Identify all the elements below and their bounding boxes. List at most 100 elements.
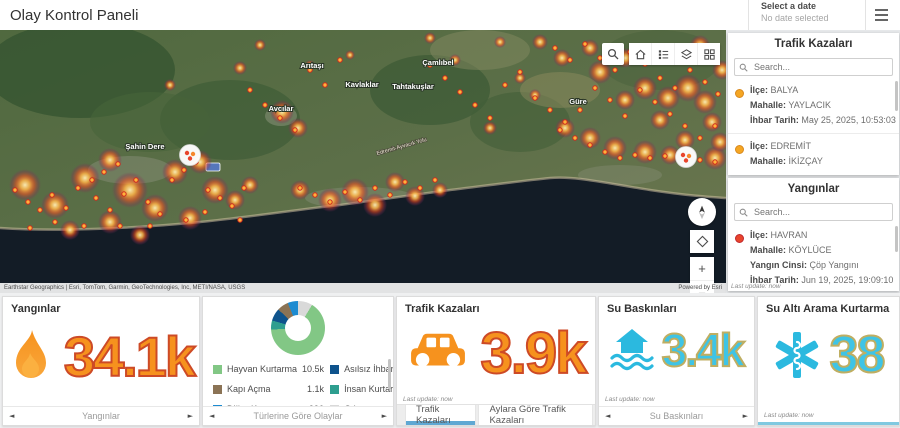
map-basemap-button[interactable]	[698, 43, 720, 65]
heat-spot	[693, 90, 717, 114]
compass-needle-icon	[693, 203, 711, 221]
field-value: Çöp Yangını	[810, 260, 859, 270]
tab-traffic-by-month[interactable]: Aylara Göre Trafik Kazaları	[478, 405, 593, 425]
incident-marker	[418, 186, 422, 190]
incident-marker	[313, 193, 317, 197]
heat-spot	[9, 169, 41, 201]
scrollbar[interactable]	[388, 359, 391, 389]
legend-label: Hayvan Kurtarma	[227, 364, 297, 374]
fires-search[interactable]	[734, 203, 893, 221]
date-picker[interactable]: Select a date No date selected	[748, 0, 866, 31]
incident-marker	[443, 76, 447, 80]
map-layers-button[interactable]	[675, 43, 698, 65]
field-label: İlçe:	[750, 85, 768, 95]
map-place-label: Arıtaşı	[300, 61, 323, 70]
star-of-life-icon	[774, 330, 820, 380]
heat-spot	[702, 112, 722, 132]
heat-spot	[424, 32, 436, 44]
heat-spot	[363, 193, 387, 217]
heat-spot	[432, 182, 448, 198]
list-item[interactable]: İlçe: EDREMİT Mahalle: İKİZÇAY	[728, 133, 899, 174]
field-label: İlçe:	[750, 141, 768, 151]
legend-label: İnsan Kurtarma	[344, 384, 394, 394]
cluster-marker[interactable]	[676, 147, 697, 168]
next-arrow-icon[interactable]: ►	[743, 412, 748, 420]
incident-marker	[713, 160, 717, 164]
traffic-accidents-panel: Trafik Kazaları İlçe: BALYA Mahalle: YAY…	[728, 33, 899, 175]
list-item[interactable]: İlçe: BALYA Mahalle: YAYLACIK İhbar Tari…	[728, 78, 899, 133]
traffic-kpi-card: Trafik Kazaları 3.9k Last update: now Tr…	[396, 296, 596, 426]
incident-marker	[583, 42, 587, 46]
map-search-button[interactable]	[602, 43, 624, 65]
car-icon	[407, 329, 469, 379]
heat-spot	[70, 163, 100, 193]
donut-chart[interactable]	[271, 301, 325, 355]
locate-button[interactable]	[690, 230, 714, 253]
traffic-search-input[interactable]	[752, 61, 888, 73]
flame-icon	[8, 329, 52, 385]
traffic-list: İlçe: BALYA Mahalle: YAYLACIK İhbar Tari…	[728, 78, 899, 174]
kpi-value: 3.4k	[662, 327, 744, 373]
attribution-text: Earthstar Geographics | Esri, TomTom, Ga…	[4, 285, 245, 291]
field-label: Mahalle:	[750, 100, 786, 110]
heat-spot	[615, 90, 635, 110]
fires-card-tab-bar: ◄ Yangınlar ►	[3, 406, 199, 425]
tab-incident-types[interactable]: Türlerine Göre Olaylar	[214, 411, 381, 421]
scrollbar[interactable]	[895, 81, 898, 111]
map-controls: + −	[688, 198, 716, 293]
field-label: İlçe:	[750, 230, 768, 240]
field-label: Mahalle:	[750, 156, 786, 166]
satellite-basemap: ÇamlıbelArıtaşıKavlaklarTahtakuşlarAvcıl…	[0, 30, 726, 293]
map-home-button[interactable]	[629, 43, 652, 65]
incident-marker	[608, 98, 612, 102]
incident-marker	[50, 193, 54, 197]
map[interactable]: ÇamlıbelArıtaşıKavlaklarTahtakuşlarAvcıl…	[0, 30, 726, 293]
next-arrow-icon[interactable]: ►	[188, 412, 193, 420]
incident-marker	[578, 108, 582, 112]
heat-spot	[633, 140, 657, 164]
next-arrow-icon[interactable]: ►	[382, 412, 387, 420]
heat-spot	[254, 39, 266, 51]
map-attribution: Earthstar Geographics | Esri, TomTom, Ga…	[0, 283, 726, 293]
search-icon	[739, 208, 748, 217]
map-legend-button[interactable]	[652, 43, 675, 65]
incident-marker	[108, 208, 112, 212]
heat-spot	[288, 118, 308, 138]
list-item[interactable]: İlçe: HAVRAN Mahalle: KÖYLÜCE Yangın Cin…	[728, 223, 899, 291]
heat-spot	[603, 136, 627, 160]
floods-kpi-card: Su Baskınları 3.4k Last update: now ◄ Su…	[598, 296, 755, 426]
scrollbar[interactable]	[895, 226, 898, 252]
incident-marker	[206, 188, 210, 192]
traffic-search[interactable]	[734, 58, 893, 76]
zoom-in-button[interactable]: +	[690, 257, 714, 281]
tab-traffic-accidents[interactable]: Trafik Kazaları	[405, 405, 476, 425]
incident-marker	[716, 92, 720, 96]
heat-spot	[164, 79, 176, 91]
page-title: Olay Kontrol Paneli	[0, 7, 748, 24]
menu-icon[interactable]	[866, 0, 896, 30]
incident-marker	[278, 116, 282, 120]
main-area: ÇamlıbelArıtaşıKavlaklarTahtakuşlarAvcıl…	[0, 30, 900, 293]
compass-button[interactable]	[688, 198, 716, 226]
donut-hole	[285, 315, 311, 341]
incident-marker	[563, 120, 567, 124]
incident-marker	[118, 224, 122, 228]
search-icon	[607, 48, 619, 60]
field-value: Jun 19, 2025, 19:09:10	[801, 275, 893, 285]
last-update-text: Last update: now	[731, 283, 781, 290]
tab-fires[interactable]: Yangınlar	[14, 411, 187, 421]
fires-search-input[interactable]	[752, 206, 888, 218]
incident-marker	[553, 46, 557, 50]
legend-item: Asılsız İhbar1.2k	[330, 359, 394, 379]
incident-marker	[148, 224, 152, 228]
incident-marker	[573, 136, 577, 140]
cluster-marker[interactable]	[180, 145, 201, 166]
card-title: Trafik Kazaları	[397, 297, 595, 315]
legend-item: İnsan Kurtarma887	[330, 379, 394, 399]
tab-floods[interactable]: Su Baskınları	[610, 411, 742, 421]
incident-marker	[658, 76, 662, 80]
incident-marker	[568, 58, 572, 62]
flood-icon	[610, 327, 654, 373]
incident-marker	[603, 150, 607, 154]
incident-marker	[230, 204, 234, 208]
